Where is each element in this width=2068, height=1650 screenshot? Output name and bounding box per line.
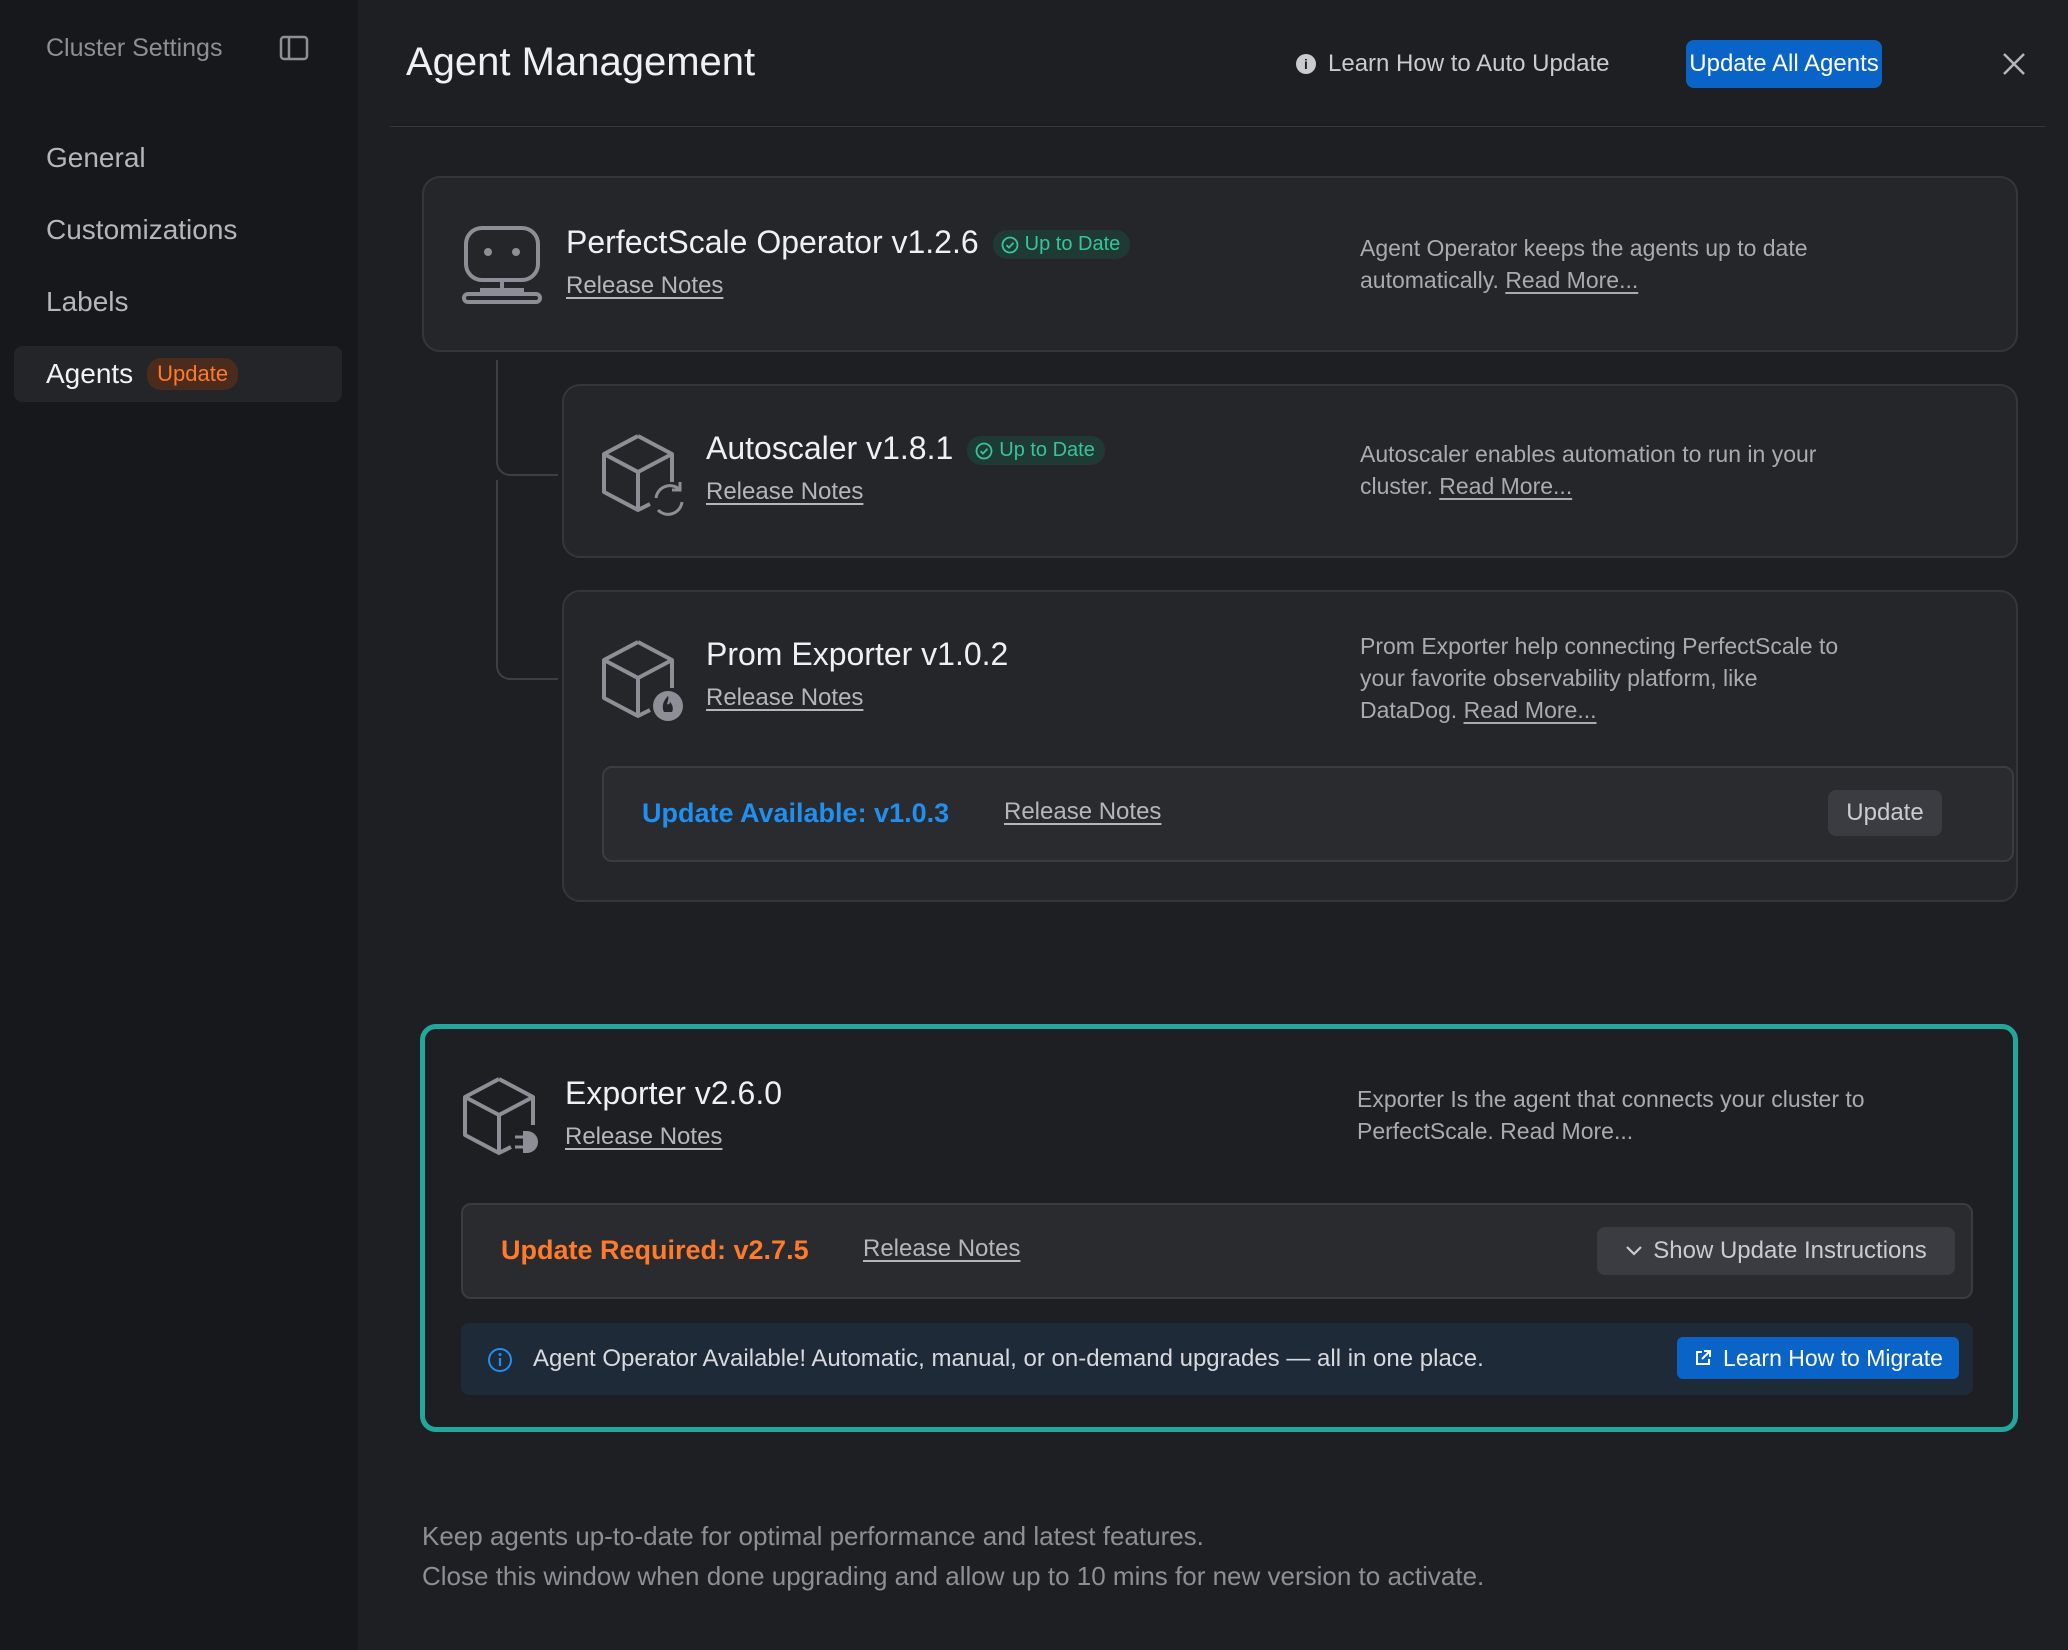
footer-line: Keep agents up-to-date for optimal perfo…	[422, 1521, 1204, 1551]
sidebar-item-label: Customizations	[46, 214, 238, 245]
sidebar-title: Cluster Settings	[46, 34, 223, 62]
update-required-bar: Update Required: v2.7.5 Release Notes Sh…	[461, 1203, 1973, 1299]
sidebar-item-label: Labels	[46, 286, 129, 317]
update-badge: Update	[147, 358, 239, 390]
page-title: Agent Management	[406, 40, 756, 84]
sidebar-item-customizations[interactable]: Customizations	[14, 202, 342, 258]
cube-plug-icon	[461, 1075, 547, 1164]
info-circle-icon	[487, 1347, 513, 1378]
close-icon[interactable]	[1998, 48, 2030, 80]
learn-how-to-migrate-label: Learn How to Migrate	[1723, 1344, 1943, 1371]
show-update-instructions-label: Show Update Instructions	[1653, 1237, 1927, 1264]
cube-fire-icon	[600, 638, 686, 727]
banner-text: Agent Operator Available! Automatic, man…	[533, 1345, 1484, 1372]
release-notes-link[interactable]: Release Notes	[566, 272, 723, 300]
agent-name-text: PerfectScale Operator v1.2.6	[566, 224, 979, 260]
update-all-agents-button[interactable]: Update All Agents	[1686, 40, 1882, 88]
external-link-icon	[1696, 1350, 1712, 1365]
sidebar-item-label: Agents	[46, 358, 134, 389]
sidebar-item-general[interactable]: General	[14, 130, 342, 186]
tree-connector	[496, 480, 558, 680]
status-badge: Up to Date	[992, 230, 1131, 260]
agent-name-text: Exporter v2.6.0	[565, 1075, 782, 1111]
main-panel: Agent Management i Learn How to Auto Upd…	[358, 0, 2068, 1650]
status-text: Up to Date	[1024, 233, 1121, 256]
info-icon: i	[1296, 54, 1316, 74]
footer-note: Keep agents up-to-date for optimal perfo…	[422, 1516, 1484, 1596]
chevron-down-icon	[1626, 1246, 1643, 1256]
release-notes-link[interactable]: Release Notes	[706, 478, 863, 506]
operator-card: PerfectScale Operator v1.2.6 Up to Date R…	[422, 176, 2018, 352]
agent-description-text: Autoscaler enables automation to run in …	[1360, 441, 1817, 499]
auto-update-link[interactable]: i Learn How to Auto Update	[1296, 50, 1610, 78]
check-circle-icon	[975, 442, 993, 459]
sidebar-item-agents[interactable]: Agents Update	[14, 346, 342, 402]
auto-update-link-label: Learn How to Auto Update	[1328, 50, 1610, 77]
agent-name-text: Prom Exporter v1.0.2	[706, 636, 1009, 672]
agent-name-text: Autoscaler v1.8.1	[706, 430, 954, 466]
agent-description: Exporter Is the agent that connects your…	[1357, 1086, 1865, 1144]
learn-how-to-migrate-button[interactable]: Learn How to Migrate	[1677, 1337, 1959, 1379]
release-notes-link[interactable]: Release Notes	[706, 684, 863, 712]
agent-name: Autoscaler v1.8.1 Up to Date	[706, 430, 1105, 467]
agent-name: Exporter v2.6.0	[565, 1075, 782, 1112]
autoscaler-card: Autoscaler v1.8.1 Up to Date Release Note…	[562, 384, 2018, 558]
operator-available-banner: Agent Operator Available! Automatic, man…	[461, 1323, 1973, 1395]
status-text: Up to Date	[999, 439, 1095, 462]
prom-exporter-card: Prom Exporter v1.0.2 Release Notes Prom …	[562, 590, 2018, 902]
exporter-card: Exporter v2.6.0 Release Notes Exporter I…	[420, 1024, 2018, 1432]
read-more-link[interactable]: Read More...	[1505, 267, 1638, 293]
show-update-instructions-button[interactable]: Show Update Instructions	[1597, 1227, 1955, 1275]
sidebar-toggle-icon[interactable]	[278, 34, 310, 62]
agent-description: Prom Exporter help connecting PerfectSca…	[1360, 630, 1860, 726]
update-required-text: Update Required: v2.7.5	[501, 1235, 809, 1265]
cube-sync-icon	[600, 432, 686, 521]
agent-name: Prom Exporter v1.0.2	[706, 636, 1008, 673]
read-more-link[interactable]: Read More...	[1439, 473, 1572, 499]
agent-description: Agent Operator keeps the agents up to da…	[1360, 232, 1880, 296]
tree-connector	[496, 360, 558, 476]
release-notes-link[interactable]: Release Notes	[863, 1235, 1020, 1263]
release-notes-link[interactable]: Release Notes	[565, 1123, 722, 1151]
update-button[interactable]: Update	[1828, 790, 1942, 836]
footer-line: Close this window when done upgrading an…	[422, 1561, 1485, 1591]
release-notes-link[interactable]: Release Notes	[1004, 798, 1161, 826]
sidebar-item-label: General	[46, 142, 146, 173]
update-available-bar: Update Available: v1.0.3 Release Notes U…	[602, 766, 2014, 862]
robot-icon	[460, 224, 544, 311]
sidebar-item-labels[interactable]: Labels	[14, 274, 342, 330]
read-more-link[interactable]: Read More...	[1464, 697, 1597, 723]
sidebar: Cluster Settings General Customizations …	[0, 0, 358, 1650]
update-available-text: Update Available: v1.0.3	[642, 798, 950, 828]
agent-description-text: Prom Exporter help connecting PerfectSca…	[1360, 633, 1839, 723]
agent-description: Autoscaler enables automation to run in …	[1360, 438, 1880, 502]
check-circle-icon	[1001, 236, 1019, 253]
header-divider	[390, 126, 2046, 127]
status-badge: Up to Date	[967, 436, 1105, 466]
agent-name: PerfectScale Operator v1.2.6 Up to Date	[566, 224, 1131, 261]
